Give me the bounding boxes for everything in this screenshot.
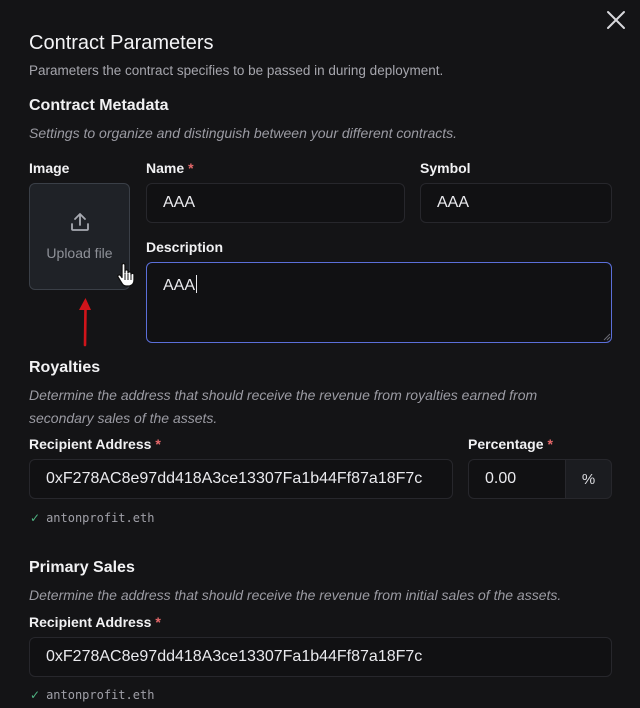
- primary-sales-heading: Primary Sales: [29, 559, 135, 576]
- percentage-suffix: %: [565, 459, 612, 499]
- royalty-recipient-value: 0xF278AC8e97dd418A3ce13307Fa1b44Ff87a18F…: [46, 470, 423, 487]
- royalty-recipient-input[interactable]: 0xF278AC8e97dd418A3ce13307Fa1b44Ff87a18F…: [29, 459, 453, 499]
- name-label: Name *: [146, 160, 194, 176]
- name-input[interactable]: AAA: [146, 183, 405, 223]
- primary-sales-description: Determine the address that should receiv…: [29, 587, 562, 603]
- name-input-value: AAA: [163, 194, 196, 211]
- royalties-description: Determine the address that should receiv…: [29, 387, 538, 426]
- check-icon: ✓: [30, 511, 41, 525]
- primary-recipient-value: 0xF278AC8e97dd418A3ce13307Fa1b44Ff87a18F…: [46, 648, 423, 665]
- primary-ens-resolved: ✓ antonprofit.eth: [30, 688, 154, 702]
- percentage-label-text: Percentage: [468, 436, 544, 452]
- arrow-up-annotation: [79, 298, 91, 347]
- royalty-recipient-label: Recipient Address *: [29, 436, 161, 452]
- description-textarea-value: AAA: [163, 277, 196, 294]
- symbol-label: Symbol: [420, 160, 471, 176]
- primary-ens-name: antonprofit.eth: [46, 688, 155, 702]
- primary-recipient-input[interactable]: 0xF278AC8e97dd418A3ce13307Fa1b44Ff87a18F…: [29, 637, 612, 677]
- royalty-ens-resolved: ✓ antonprofit.eth: [30, 511, 154, 525]
- text-caret: [196, 275, 198, 293]
- required-marker: *: [155, 436, 161, 452]
- percentage-label: Percentage *: [468, 436, 553, 452]
- required-marker: *: [155, 614, 161, 630]
- royalties-heading: Royalties: [29, 359, 101, 376]
- close-icon[interactable]: [604, 8, 628, 32]
- metadata-heading: Contract Metadata: [29, 97, 169, 114]
- percentage-value: 0.00: [485, 470, 517, 487]
- check-icon: ✓: [30, 688, 41, 702]
- description-textarea[interactable]: AAA: [146, 262, 612, 343]
- description-label: Description: [146, 239, 224, 255]
- symbol-input[interactable]: AAA: [420, 183, 612, 223]
- upload-icon: [71, 213, 89, 231]
- name-label-text: Name: [146, 160, 185, 176]
- required-marker: *: [188, 160, 194, 176]
- percentage-input[interactable]: 0.00: [468, 459, 566, 499]
- resize-handle-icon[interactable]: [603, 333, 611, 341]
- royalty-ens-name: antonprofit.eth: [46, 511, 155, 525]
- modal-title: Contract Parameters: [29, 32, 214, 54]
- symbol-input-value: AAA: [437, 194, 470, 211]
- royalty-recipient-label-text: Recipient Address: [29, 436, 152, 452]
- hand-cursor-icon: [117, 262, 135, 287]
- image-label: Image: [29, 160, 70, 176]
- modal-subtitle: Parameters the contract specifies to be …: [29, 63, 444, 78]
- primary-recipient-label-text: Recipient Address: [29, 614, 152, 630]
- primary-recipient-label: Recipient Address *: [29, 614, 161, 630]
- upload-file-label: Upload file: [46, 245, 113, 261]
- metadata-description: Settings to organize and distinguish bet…: [29, 125, 458, 141]
- required-marker: *: [547, 436, 553, 452]
